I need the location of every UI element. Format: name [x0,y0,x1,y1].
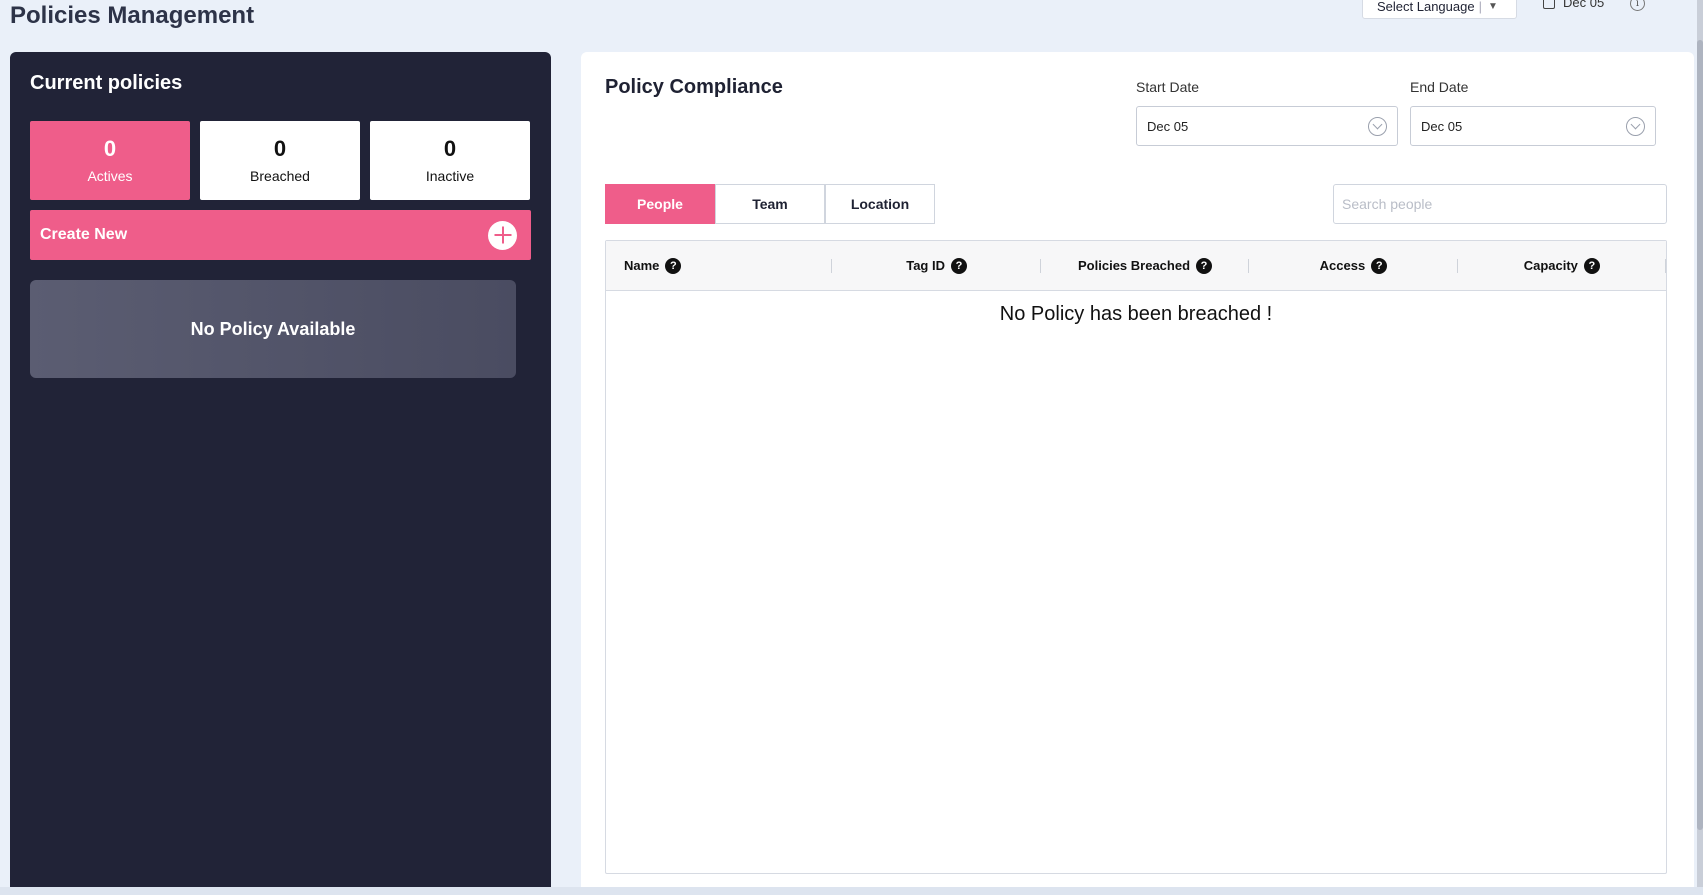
header-date[interactable]: Dec 05 [1543,0,1604,10]
column-label: Policies Breached [1078,258,1191,273]
column-header-access[interactable]: Access ? [1249,241,1459,290]
stat-breached[interactable]: 0 Breached [200,121,360,200]
help-icon[interactable]: ? [1196,257,1213,274]
stat-inactive[interactable]: 0 Inactive [370,121,530,200]
column-label: Name [624,258,660,273]
stat-actives-value: 0 [103,136,117,162]
column-label: Tag ID [906,258,945,273]
stat-inactive-label: Inactive [425,167,475,184]
no-policy-card: No Policy Available [30,280,516,378]
stat-actives-label: Actives [87,167,133,184]
calendar-icon [1543,0,1555,9]
page-title: Policies Management [10,2,255,29]
divider: | [1478,0,1482,14]
start-date-picker[interactable]: Dec 05 [1136,106,1398,146]
compliance-table: Name ? Tag ID ? Policies Breached ? Acce… [605,240,1667,874]
tab-location[interactable]: Location [825,184,935,224]
create-new-button[interactable]: Create New [30,210,531,260]
column-header-capacity[interactable]: Capacity ? [1458,241,1667,290]
end-date-value: Dec 05 [1421,118,1463,134]
stat-actives[interactable]: 0 Actives [30,121,190,200]
search-people-input[interactable] [1333,184,1667,224]
end-date-label: End Date [1410,79,1469,95]
current-policies-panel: Current policies 0 Actives 0 Breached 0 … [10,52,551,895]
tab-people[interactable]: People [605,184,715,224]
current-policies-title: Current policies [30,72,183,94]
plus-icon [488,220,517,250]
help-icon[interactable]: ? [665,257,682,274]
bottom-strip [0,887,1703,895]
column-label: Access [1319,258,1366,273]
start-date-value: Dec 05 [1147,118,1189,134]
help-icon[interactable]: ? [1583,257,1600,274]
column-header-tag-id[interactable]: Tag ID ? [832,241,1042,290]
language-select[interactable]: Select Language | ▼ [1362,0,1517,19]
no-policy-message: No Policy Available [190,318,356,339]
stat-breached-label: Breached [250,167,310,184]
stat-breached-value: 0 [273,136,287,162]
tab-team[interactable]: Team [715,184,825,224]
header-date-value: Dec 05 [1563,0,1605,10]
column-label: Capacity [1523,258,1578,273]
vertical-scrollbar[interactable] [1697,0,1703,895]
policy-compliance-title: Policy Compliance [605,76,783,98]
chevron-down-icon [1626,116,1645,136]
chevron-down-icon [1368,116,1387,136]
column-header-policies-breached[interactable]: Policies Breached ? [1041,241,1250,290]
stat-inactive-value: 0 [443,136,457,162]
table-header: Name ? Tag ID ? Policies Breached ? Acce… [606,241,1667,291]
dropdown-arrow-icon: ▼ [1487,1,1498,12]
policy-compliance-panel: Policy Compliance Start Date Dec 05 End … [581,52,1694,895]
create-new-label: Create New [40,226,128,243]
empty-table-message: No Policy has been breached ! [999,303,1273,325]
column-header-name[interactable]: Name ? [606,241,833,290]
help-icon[interactable]: ? [950,257,967,274]
start-date-label: Start Date [1136,79,1200,95]
language-select-label: Select Language [1377,0,1475,14]
end-date-picker[interactable]: Dec 05 [1410,106,1656,146]
scrollbar-thumb[interactable] [1697,40,1703,830]
help-icon[interactable]: ? [1371,257,1388,274]
info-icon[interactable]: i [1630,0,1645,11]
